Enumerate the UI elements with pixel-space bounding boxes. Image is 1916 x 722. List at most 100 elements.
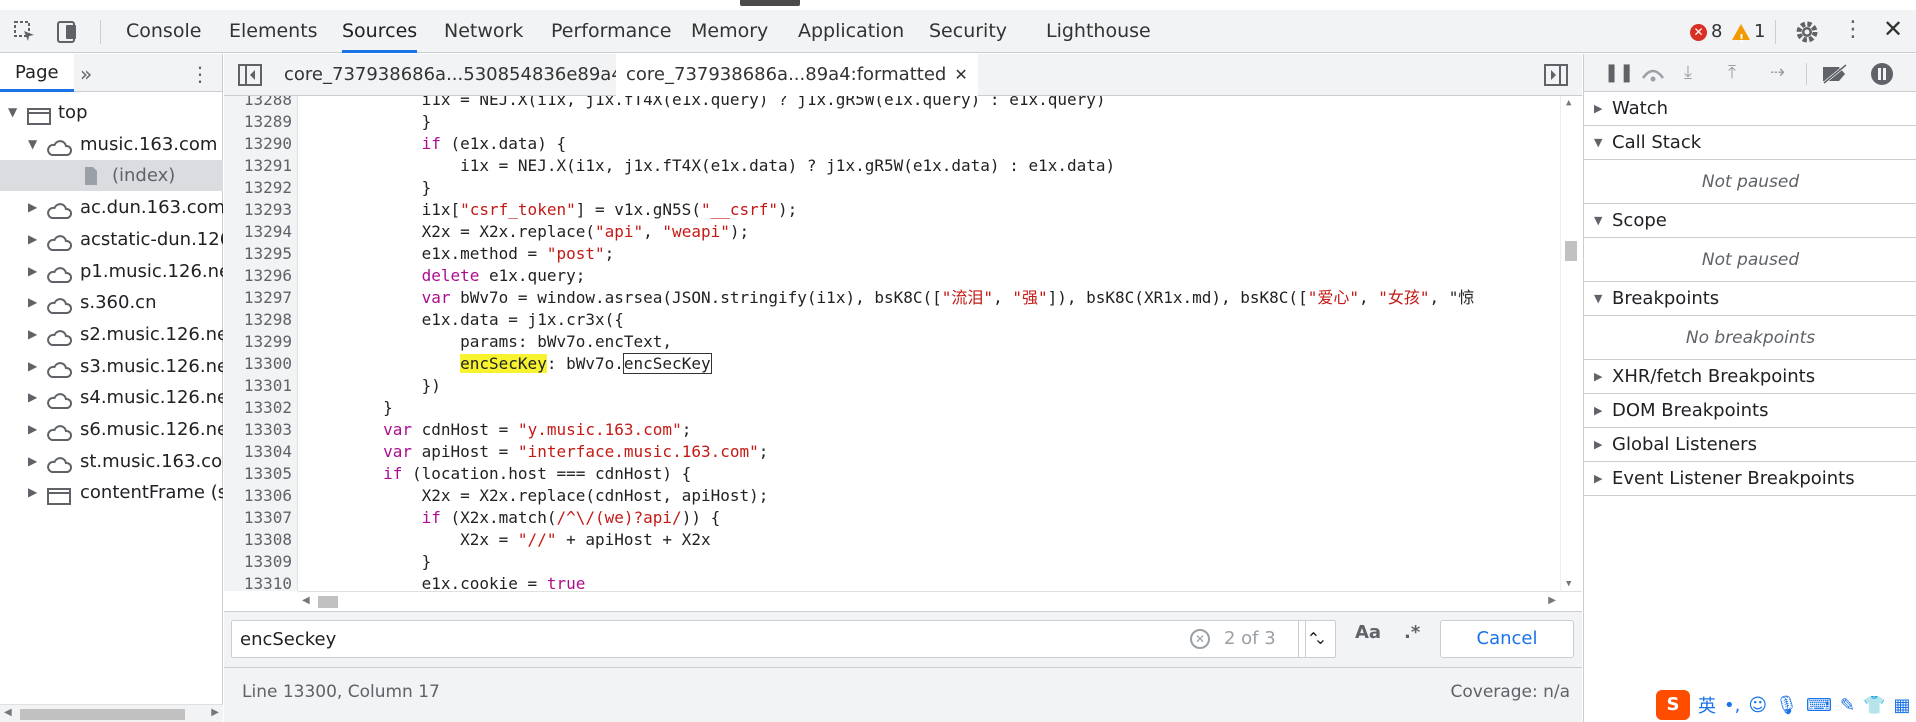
line-number[interactable]: 13299 (224, 331, 292, 353)
section-call-stack[interactable]: ▼ Call Stack (1584, 126, 1916, 160)
code-line[interactable]: e1x.cookie = true (306, 573, 586, 591)
editor-vertical-scrollbar[interactable]: ▲ ▼ (1560, 96, 1580, 591)
toggle-navigator-icon[interactable] (238, 64, 262, 86)
microphone-icon[interactable]: 🎙 (1775, 695, 1798, 716)
clear-search-icon[interactable]: ✕ (1190, 629, 1210, 649)
pause-on-exceptions-icon[interactable] (1870, 62, 1894, 86)
code-line[interactable]: X2x = "//" + apiHost + X2x (306, 529, 710, 551)
expand-arrow-icon[interactable]: ▼ (1594, 204, 1602, 238)
device-toolbar-icon[interactable] (54, 19, 80, 45)
scroll-right-icon[interactable]: ▶ (211, 707, 219, 718)
line-number[interactable]: 13290 (224, 133, 292, 155)
close-tab-icon[interactable]: ✕ (954, 65, 967, 84)
step-into-icon[interactable]: ⤓ (1684, 62, 1692, 83)
collapse-arrow-icon[interactable]: ▶ (28, 477, 37, 508)
section-scope[interactable]: ▼ Scope (1584, 204, 1916, 238)
code-line[interactable]: }) (306, 375, 441, 397)
tab-elements[interactable]: Elements (229, 10, 318, 53)
tree-item[interactable]: ▶ s2.music.126.net (0, 319, 223, 350)
collapse-arrow-icon[interactable]: ▶ (28, 287, 37, 318)
more-tabs-icon[interactable]: » (80, 62, 92, 86)
more-options-icon[interactable]: ⋮ (1840, 17, 1866, 43)
code-area[interactable]: 13288 13289 13290 13291 13292 13293 13294 13295… (224, 96, 1582, 591)
line-number[interactable]: 13292 (224, 177, 292, 199)
line-number[interactable]: 13291 (224, 155, 292, 177)
code-line[interactable]: delete e1x.query; (306, 265, 586, 287)
tree-item[interactable]: ▶ s3.music.126.net (0, 351, 223, 382)
collapse-arrow-icon[interactable]: ▶ (28, 414, 37, 445)
code-line[interactable]: params: bWv7o.encText, (306, 331, 672, 353)
editor-tab[interactable]: core_737938686a...89a4:formatted ✕ (616, 54, 978, 96)
tree-item[interactable]: ▼ top (0, 97, 223, 128)
line-number[interactable]: 13300 (224, 353, 292, 375)
error-badge[interactable]: ✕ 8 (1690, 20, 1722, 44)
next-match-button[interactable]: ⌄ (1305, 620, 1335, 658)
code-line[interactable]: e1x.method = "post"; (306, 243, 615, 265)
section-dom-breakpoints[interactable]: ▶ DOM Breakpoints (1584, 394, 1916, 428)
expand-arrow-icon[interactable]: ▼ (1594, 282, 1602, 316)
emoji-icon[interactable]: ☺ (1748, 695, 1767, 716)
section-breakpoints[interactable]: ▼ Breakpoints (1584, 282, 1916, 316)
brush-icon[interactable]: ✎ (1840, 695, 1855, 716)
line-number[interactable]: 13301 (224, 375, 292, 397)
ime-language[interactable]: 英 (1698, 692, 1716, 718)
code-line[interactable]: if (e1x.data) { (306, 133, 567, 155)
code-line[interactable]: } (306, 397, 393, 419)
tree-item[interactable]: ▶ s4.music.126.net (0, 382, 223, 413)
expand-arrow-icon[interactable]: ▼ (8, 97, 17, 128)
tab-security[interactable]: Security (929, 10, 1007, 53)
collapse-arrow-icon[interactable]: ▶ (1594, 428, 1602, 462)
editor-tab[interactable]: core_737938686a...530854836e89a4 (274, 54, 633, 96)
code-line[interactable]: } (306, 111, 432, 133)
collapse-arrow-icon[interactable]: ▶ (28, 319, 37, 350)
expand-arrow-icon[interactable]: ▼ (1594, 126, 1602, 160)
match-case-button[interactable]: Aa (1355, 622, 1381, 643)
tab-memory[interactable]: Memory (691, 10, 768, 53)
step-over-icon[interactable] (1640, 64, 1666, 82)
scroll-thumb[interactable] (318, 596, 338, 608)
line-number[interactable]: 13304 (224, 441, 292, 463)
scroll-left-icon[interactable]: ◀ (4, 707, 12, 718)
close-devtools-icon[interactable]: ✕ (1880, 15, 1906, 43)
tree-item[interactable]: ▶ st.music.163.com (0, 446, 223, 477)
code-line[interactable]: X2x = X2x.replace("api", "weapi"); (306, 221, 750, 243)
tab-performance[interactable]: Performance (551, 10, 671, 53)
navigator-menu-icon[interactable]: ⋮ (190, 62, 210, 86)
keyboard-icon[interactable]: ⌨ (1806, 695, 1832, 716)
settings-gear-icon[interactable] (1794, 19, 1820, 45)
code-line[interactable]: i1x = NEJ.X(i1x, j1x.fT4X(e1x.data) ? j1… (306, 155, 1115, 177)
line-number[interactable]: 13298 (224, 309, 292, 331)
code-line[interactable]: i1x = NEJ.X(i1x, j1x.fT4X(e1x.query) ? j… (306, 96, 1106, 111)
tree-item[interactable]: ▶ p1.music.126.net (0, 256, 223, 287)
code-line[interactable]: encSecKey: bWv7o.encSecKey (306, 353, 712, 375)
punctuation-icon[interactable]: •, (1724, 695, 1740, 716)
scroll-thumb[interactable] (1565, 241, 1577, 261)
tree-item[interactable]: ▶ ac.dun.163.com (0, 192, 223, 223)
tree-item[interactable]: ▶ s6.music.126.net (0, 414, 223, 445)
step-out-icon[interactable]: ⤒ (1728, 62, 1736, 83)
cancel-search-button[interactable]: Cancel (1440, 620, 1574, 658)
line-number[interactable]: 13289 (224, 111, 292, 133)
coverage-status[interactable]: Coverage: n/a (1451, 668, 1571, 716)
collapse-arrow-icon[interactable]: ▶ (1594, 92, 1602, 126)
section-xhr-fetch-breakpoints[interactable]: ▶ XHR/fetch Breakpoints (1584, 360, 1916, 394)
code-line[interactable]: var apiHost = "interface.music.163.com"; (306, 441, 768, 463)
line-number[interactable]: 13303 (224, 419, 292, 441)
line-number[interactable]: 13308 (224, 529, 292, 551)
line-number[interactable]: 13293 (224, 199, 292, 221)
line-number[interactable]: 13309 (224, 551, 292, 573)
search-input[interactable] (240, 621, 1140, 657)
inspect-element-icon[interactable] (12, 19, 38, 45)
collapse-arrow-icon[interactable]: ▶ (1594, 360, 1602, 394)
code-line[interactable]: if (location.host === cdnHost) { (306, 463, 691, 485)
scroll-up-icon[interactable]: ▲ (1566, 98, 1571, 108)
section-event-listener-breakpoints[interactable]: ▶ Event Listener Breakpoints (1584, 462, 1916, 496)
deactivate-breakpoints-icon[interactable] (1820, 63, 1850, 85)
scroll-down-icon[interactable]: ▼ (1566, 579, 1571, 589)
scroll-left-icon[interactable]: ◀ (302, 595, 310, 606)
tree-item[interactable]: ▶ acstatic-dun.126.n (0, 224, 223, 255)
expand-arrow-icon[interactable]: ▼ (28, 129, 37, 160)
navigator-scrollbar[interactable]: ◀ ▶ (0, 704, 223, 722)
tree-item[interactable]: (index) (0, 160, 223, 192)
collapse-arrow-icon[interactable]: ▶ (28, 446, 37, 477)
